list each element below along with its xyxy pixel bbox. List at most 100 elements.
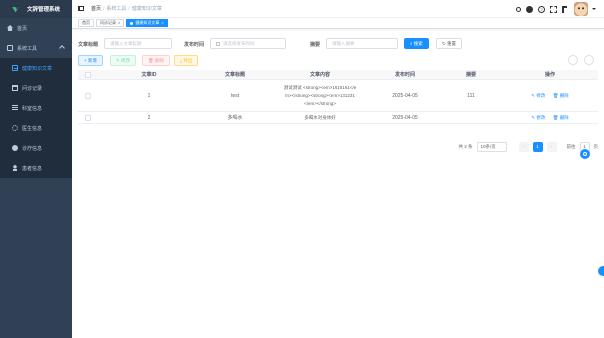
content-line: m></strong><strong><em>131231	[285, 92, 355, 98]
avatar[interactable]	[574, 2, 588, 16]
header-content: 文章内容	[309, 72, 330, 78]
github-icon[interactable]	[526, 5, 533, 13]
sidebar-item-system-tools[interactable]: 系统工具	[0, 38, 72, 58]
tag-label: 问诊记录	[100, 20, 116, 25]
date-label: 发布时间	[184, 42, 205, 48]
articles-table: 文章ID 文章标题 文章内容 发布时间 摘要 操作 1 test 测试测试 <s…	[78, 70, 598, 124]
close-icon[interactable]: ×	[118, 20, 120, 26]
navbar: 首页 / 系统工具 / 健康知识文章 ?	[72, 0, 604, 18]
cell-title: 多喝水	[227, 115, 243, 121]
header-summary: 摘要	[465, 72, 476, 78]
header-title: 文章标题	[224, 72, 245, 78]
header-id: 文章ID	[141, 72, 157, 78]
delete-button-label: 删除	[154, 58, 164, 63]
fullscreen-icon[interactable]	[550, 5, 557, 13]
page-number[interactable]: 1	[532, 142, 543, 152]
row-delete-label: 删除	[559, 114, 569, 120]
system-icon	[7, 45, 13, 51]
toggle-search-icon[interactable]	[568, 55, 578, 65]
sidebar-item-label: 健康知识文章	[22, 65, 53, 72]
cell-actions: ✎ 修改 🗑 删除	[502, 115, 598, 121]
calendar-icon	[216, 41, 220, 46]
row-delete-label: 删除	[559, 92, 569, 98]
select-all-checkbox[interactable]	[85, 71, 91, 78]
main-area: 首页 / 系统工具 / 健康知识文章 ? 首页 问诊记录 × 健康知识文章 × 文章标题 请…	[72, 0, 604, 338]
row-checkbox[interactable]	[85, 114, 91, 121]
active-dot-icon	[130, 21, 134, 25]
row-checkbox[interactable]	[85, 92, 91, 99]
cell-actions: ✎ 修改 🗑 删除	[502, 93, 598, 99]
tag-label: 首页	[82, 20, 90, 25]
tag-health-articles[interactable]: 健康知识文章 ×	[126, 19, 168, 27]
row-edit-label: 修改	[536, 114, 546, 120]
question-icon[interactable]: ?	[538, 5, 545, 13]
row-edit-button[interactable]: ✎ 修改	[531, 93, 545, 98]
app-logo[interactable]: 文辞管理系统	[0, 0, 72, 18]
search-icon[interactable]	[516, 6, 521, 12]
pagination: 共 2 条 10条/页 ‹ 1 › 前往 1 页	[458, 142, 598, 152]
tags-view: 首页 问诊记录 × 健康知识文章 ×	[72, 18, 604, 29]
row-edit-button[interactable]: ✎ 修改	[531, 115, 545, 120]
summary-input[interactable]: 请输入摘要	[326, 38, 398, 49]
hamburger-icon[interactable]	[78, 6, 84, 11]
caret-down-icon[interactable]	[592, 8, 596, 10]
chevron-up-icon	[59, 45, 65, 51]
home-icon	[7, 25, 13, 31]
edit-button-label: 修改	[121, 58, 131, 63]
content-line: 测试测试 <strong><em>1616161</e	[283, 84, 357, 90]
sidebar-item-label: 医生信息	[22, 125, 43, 132]
cell-id: 1	[147, 92, 151, 99]
delete-button[interactable]: 🗑 删除	[142, 55, 170, 66]
sidebar-item-label: 患者信息	[22, 165, 43, 172]
tag-consultations[interactable]: 问诊记录 ×	[96, 19, 125, 27]
sidebar-item-treatments[interactable]: 诊疗信息	[0, 138, 72, 158]
chat-fab-button[interactable]	[580, 149, 590, 159]
page-size-select[interactable]: 10条/页	[476, 142, 507, 152]
close-icon[interactable]: ×	[161, 20, 163, 26]
cell-content: 测试测试 <strong><em>1616161</e m></strong><…	[270, 84, 370, 108]
content-line: 多喝水对身体好	[304, 114, 336, 120]
edit-button[interactable]: ✎ 修改	[110, 55, 137, 66]
row-delete-button[interactable]: 🗑 删除	[553, 93, 569, 98]
row-edit-label: 修改	[536, 92, 546, 98]
title-input[interactable]: 请输入文章标题	[104, 38, 172, 49]
add-button[interactable]: + 新增	[78, 55, 103, 66]
sidebar-item-consultations[interactable]: 问诊记录	[0, 78, 72, 98]
search-button[interactable]: ⌕ 搜索	[404, 38, 429, 49]
table-row: 1 test 测试测试 <strong><em>1616161</e m></s…	[78, 80, 598, 112]
calendar-icon	[12, 85, 18, 91]
sidebar-item-departments[interactable]: 科室信息	[0, 98, 72, 118]
font-size-icon[interactable]	[562, 5, 567, 13]
row-delete-button[interactable]: 🗑 删除	[553, 115, 569, 120]
cell-date: 2025-04-05	[392, 114, 418, 121]
next-page-button[interactable]: ›	[546, 142, 557, 152]
summary-label: 摘要	[310, 42, 321, 48]
date-picker[interactable]: 请选择发布时间	[210, 38, 286, 49]
lab-icon	[12, 145, 18, 151]
sidebar-item-home[interactable]: 首页	[0, 18, 72, 38]
header-actions: 操作	[544, 72, 555, 78]
search-form: 文章标题 请输入文章标题 发布时间 请选择发布时间 摘要 请输入摘要 ⌕ 搜索 …	[78, 38, 598, 49]
user-icon	[12, 165, 18, 171]
settings-drawer-handle[interactable]	[598, 266, 604, 276]
sidebar-item-health-articles[interactable]: 健康知识文章	[0, 58, 72, 78]
sidebar-item-patients[interactable]: 患者信息	[0, 158, 72, 178]
sidebar-item-label: 首页	[17, 25, 28, 32]
sidebar-item-doctors[interactable]: 医生信息	[0, 118, 72, 138]
export-button[interactable]: ⤓ 导出	[174, 55, 199, 66]
cell-date: 2025-04-05	[392, 92, 418, 99]
title-label: 文章标题	[78, 42, 99, 48]
reset-button[interactable]: ↻ 重置	[436, 38, 463, 49]
doc-icon	[12, 65, 18, 71]
breadcrumb-home[interactable]: 首页	[91, 6, 101, 12]
refresh-icon[interactable]	[584, 55, 594, 65]
pagination-total: 共 2 条	[458, 144, 473, 149]
tag-home[interactable]: 首页	[78, 19, 94, 27]
vue-logo-icon	[12, 6, 23, 13]
breadcrumb-current: 健康知识文章	[131, 6, 162, 12]
gear-icon	[12, 125, 18, 131]
table-row: 2 多喝水 多喝水对身体好 2025-04-05 ✎ 修改 🗑 删除	[78, 112, 598, 124]
prev-page-button[interactable]: ‹	[518, 142, 529, 152]
export-button-label: 导出	[183, 58, 193, 63]
breadcrumb-separator: /	[103, 6, 105, 12]
